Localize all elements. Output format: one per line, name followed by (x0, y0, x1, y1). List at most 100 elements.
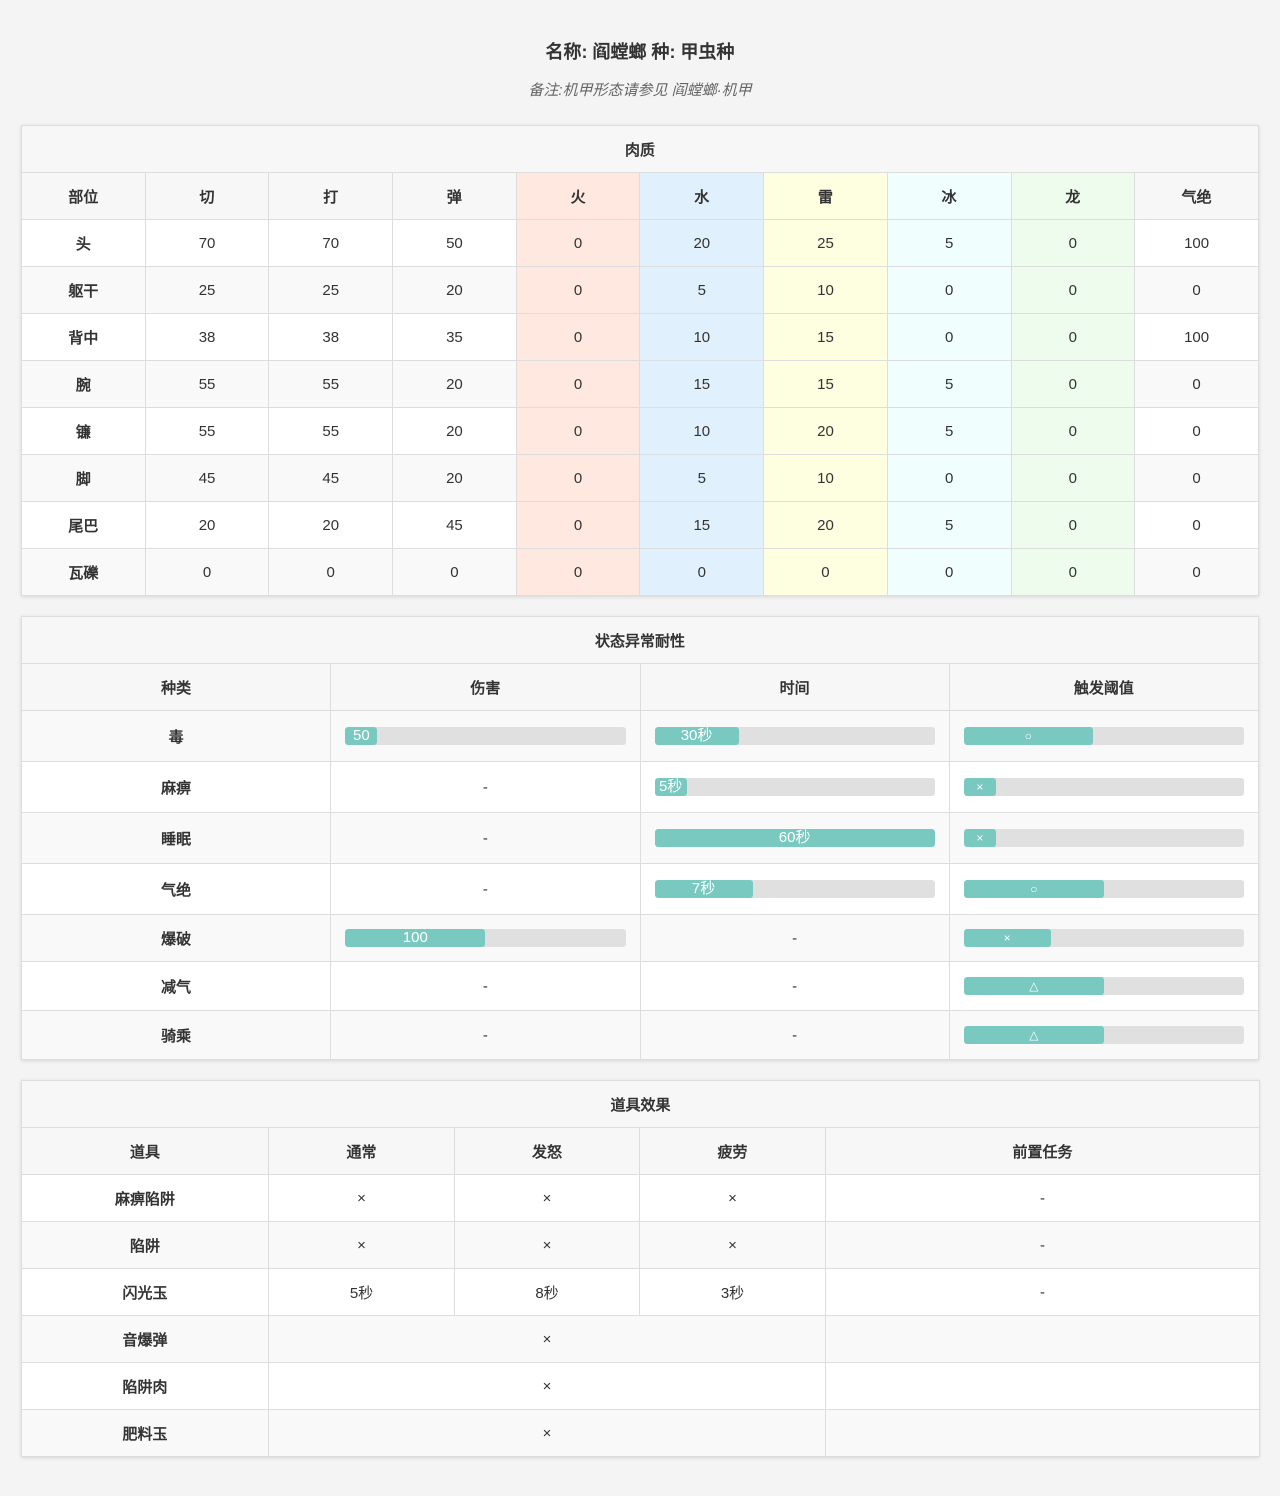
status-damage-cell: - (330, 761, 641, 813)
status-threshold-bar-fill: × (963, 829, 996, 847)
hitzone-col-header: 气绝 (1134, 172, 1259, 220)
empty-mark: - (792, 1026, 798, 1044)
hitzone-value: 0 (515, 501, 641, 549)
status-panel: 状态异常耐性 种类 伤害 时间 触发阈值 毒 50 30秒 ○ 麻痹 - 5秒 × 睡眠 - 60秒 × 气绝… (20, 616, 1260, 1060)
item-prereq-cell: - (825, 1174, 1260, 1222)
hitzone-value: 15 (639, 360, 765, 408)
hitzone-value: 0 (1134, 548, 1259, 596)
items-table: 道具效果 道具 通常 发怒 疲劳 前置任务 麻痹陷阱 × × × - 陷阱 × × × - 闪光玉 5秒 8秒 3… (21, 1080, 1260, 1457)
status-row: 爆破 100 - × (20, 914, 1260, 962)
hitzone-value: 0 (515, 360, 641, 408)
hitzone-value: 0 (515, 219, 641, 267)
hitzone-value: 0 (1134, 407, 1259, 455)
empty-mark: - (482, 880, 488, 898)
item-effect-cell: 3秒 (639, 1268, 826, 1316)
hitzone-value: 20 (392, 266, 517, 314)
empty-mark: - (482, 778, 488, 796)
empty-mark: - (482, 977, 488, 995)
status-row: 减气 - - △ (20, 961, 1260, 1011)
hitzone-value: 0 (515, 548, 641, 596)
hitzone-value: 0 (1010, 219, 1136, 267)
item-name-label: 闪光玉 (21, 1268, 269, 1316)
hitzone-value: 70 (268, 219, 394, 267)
hitzone-value: 55 (144, 407, 270, 455)
hitzone-value: 45 (144, 454, 270, 502)
empty-mark: - (482, 1026, 488, 1044)
hitzone-value: 20 (392, 407, 517, 455)
status-threshold-cell: △ (948, 1010, 1260, 1060)
hitzone-value: 20 (392, 360, 517, 408)
status-threshold-cell: ○ (948, 863, 1260, 915)
hitzone-value: 10 (763, 266, 888, 314)
items-row: 陷阱肉 × (21, 1362, 1260, 1410)
hitzone-value: 0 (1134, 266, 1259, 314)
items-col-header: 前置任务 (825, 1127, 1260, 1175)
hitzone-value: 5 (639, 266, 765, 314)
status-duration-cell: 60秒 (639, 812, 950, 864)
status-col-header: 时间 (639, 663, 950, 711)
hitzone-value: 5 (886, 360, 1012, 408)
status-threshold-bar-fill: △ (963, 1026, 1104, 1044)
hitzone-value: 0 (144, 548, 270, 596)
status-table: 状态异常耐性 种类 伤害 时间 触发阈值 毒 50 30秒 ○ 麻痹 - 5秒 × 睡眠 - 60秒 × 气绝… (20, 616, 1260, 1060)
hitzone-col-header: 龙 (1010, 172, 1136, 220)
status-damage-cell: - (330, 961, 641, 1011)
hitzone-row: 脚 45 45 20 0 5 10 0 0 0 (21, 454, 1259, 502)
status-duration-bar-fill: 7秒 (654, 880, 753, 898)
status-type-label: 减气 (20, 961, 332, 1011)
items-col-header: 发怒 (454, 1127, 640, 1175)
hitzone-value: 20 (268, 501, 394, 549)
items-row: 麻痹陷阱 × × × - (21, 1174, 1260, 1222)
item-prereq-cell (825, 1315, 1260, 1363)
status-threshold-cell: × (948, 914, 1260, 962)
status-duration-bar: 60秒 (654, 829, 935, 847)
item-effect-cell: 8秒 (454, 1268, 640, 1316)
status-type-label: 毒 (20, 710, 332, 762)
hitzone-row: 头 70 70 50 0 20 25 5 0 100 (21, 219, 1259, 267)
hitzone-value: 5 (886, 219, 1012, 267)
status-damage-bar: 50 (345, 727, 626, 745)
hitzone-value: 25 (144, 266, 270, 314)
hitzone-value: 0 (1134, 360, 1259, 408)
item-prereq-cell (825, 1409, 1260, 1457)
hitzone-value: 20 (144, 501, 270, 549)
hitzone-row: 腕 55 55 20 0 15 15 5 0 0 (21, 360, 1259, 408)
hitzone-value: 20 (639, 219, 765, 267)
items-panel: 道具效果 道具 通常 发怒 疲劳 前置任务 麻痹陷阱 × × × - 陷阱 × × × - 闪光玉 5秒 8秒 3… (21, 1080, 1260, 1457)
hitzone-row: 尾巴 20 20 45 0 15 20 5 0 0 (21, 501, 1259, 549)
status-col-header: 伤害 (330, 663, 641, 711)
item-name-label: 肥料玉 (21, 1409, 269, 1457)
item-effect-cell: × (454, 1221, 640, 1269)
items-row: 陷阱 × × × - (21, 1221, 1260, 1269)
hitzone-value: 55 (144, 360, 270, 408)
hitzone-col-header: 打 (268, 172, 394, 220)
status-duration-cell: 5秒 (639, 761, 950, 813)
items-body: 麻痹陷阱 × × × - 陷阱 × × × - 闪光玉 5秒 8秒 3秒 - 音爆弹 × 陷阱肉 × 肥料玉 × (21, 1174, 1260, 1457)
item-prereq-cell: - (825, 1221, 1260, 1269)
hitzone-value: 0 (886, 454, 1012, 502)
items-col-header: 疲劳 (639, 1127, 826, 1175)
status-threshold-cell: × (948, 812, 1260, 864)
hitzone-value: 0 (886, 266, 1012, 314)
page-note: 备注:机甲形态请参见 阎螳螂·机甲 (528, 82, 752, 99)
status-threshold-bar: × (963, 829, 1244, 847)
items-title: 道具效果 (21, 1080, 1260, 1128)
item-effect-cell: × (268, 1221, 455, 1269)
status-threshold-bar: × (963, 778, 1244, 796)
items-col-header: 道具 (21, 1127, 269, 1175)
hitzone-value: 55 (268, 407, 394, 455)
status-type-label: 气绝 (20, 863, 332, 915)
hitzone-value: 25 (268, 266, 394, 314)
status-damage-bar-fill: 50 (345, 727, 378, 745)
hitzone-col-header: 部位 (21, 172, 146, 220)
hitzone-value: 5 (886, 407, 1012, 455)
empty-mark: - (792, 929, 798, 947)
hitzone-value: 10 (763, 454, 888, 502)
hitzone-panel: 肉质 部位切打弹火水雷冰龙气绝 头 70 70 50 0 20 25 5 0 100 躯干 25 25 2… (21, 125, 1259, 596)
item-effect-cell: × (639, 1174, 826, 1222)
status-duration-bar: 5秒 (654, 778, 935, 796)
hitzone-part-label: 背中 (21, 313, 146, 361)
hitzone-value: 38 (144, 313, 270, 361)
items-col-header: 通常 (268, 1127, 455, 1175)
status-type-label: 睡眠 (20, 812, 332, 864)
